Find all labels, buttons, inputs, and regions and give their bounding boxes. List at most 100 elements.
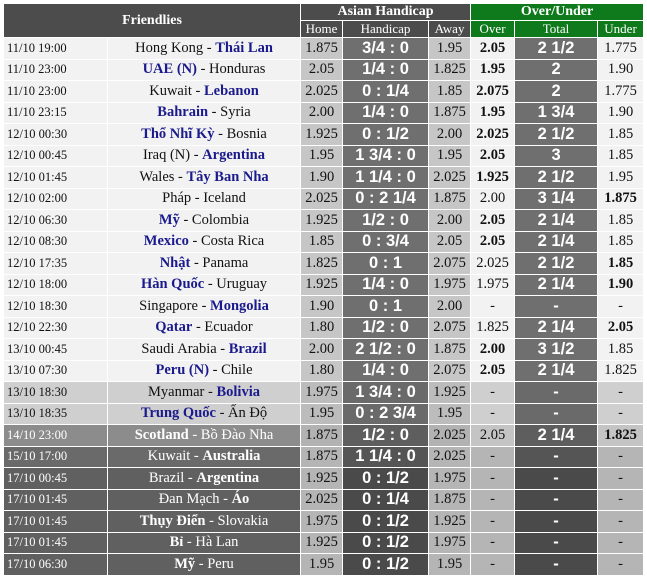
home-odds: 1.925 xyxy=(300,467,344,490)
kickoff-time: 12/10 00:30 xyxy=(3,123,108,146)
under-odds: 1.775 xyxy=(597,37,645,60)
match-row[interactable]: 12/10 01:45 Wales - Tây Ban Nha 1.90 1 1/4 … xyxy=(3,166,645,189)
match-row[interactable]: 13/10 18:35 Trung Quốc - Ấn Độ 1.95 0 : 2 3… xyxy=(3,402,645,425)
total-goals-line: - xyxy=(514,295,599,318)
match-row[interactable]: 17/10 00:45 Brazil - Argentina 1.925 0 : 1/… xyxy=(3,467,645,490)
total-goals-line: 2 xyxy=(514,58,599,81)
match-row[interactable]: 12/10 18:30 Singapore - Mongolia 1.90 0 : 1… xyxy=(3,295,645,318)
team-text: - Chile xyxy=(209,362,253,379)
match-name: Hàn Quốc - Uruguay xyxy=(106,273,302,296)
home-odds: 1.925 xyxy=(300,531,344,554)
match-name: Brazil - Argentina xyxy=(106,467,302,490)
favorite-team: Thái Lan xyxy=(215,39,273,56)
match-row[interactable]: 11/10 23:00 UAE (N) - Honduras 2.05 1/4 : 0… xyxy=(3,58,645,81)
handicap-line: 0 : 1 xyxy=(342,295,430,318)
under-odds: 1.85 xyxy=(597,144,645,167)
favorite-team: Scotland xyxy=(134,426,189,443)
kickoff-time: 11/10 23:00 xyxy=(3,58,108,81)
match-row[interactable]: 12/10 22:30 Qatar - Ecuador 1.80 1/2 : 0 2.0… xyxy=(3,316,645,339)
match-row[interactable]: 12/10 08:30 Mexico - Costa Rica 1.85 0 : 3/… xyxy=(3,230,645,253)
total-goals-line: - xyxy=(514,510,599,533)
home-odds: 2.025 xyxy=(300,80,344,103)
match-row[interactable]: 13/10 18:30 Myanmar - Bolivia 1.975 1 3/4 :… xyxy=(3,381,645,404)
away-odds: 1.875 xyxy=(428,488,472,511)
away-odds: 1.825 xyxy=(428,58,472,81)
away-odds: 2.00 xyxy=(428,209,472,232)
match-name: Đan Mạch - Áo xyxy=(106,488,302,511)
handicap-line: 1/2 : 0 xyxy=(342,209,430,232)
match-row[interactable]: 13/10 07:30 Peru (N) - Chile 1.80 1/4 : 0 2.… xyxy=(3,359,645,382)
away-odds: 2.075 xyxy=(428,316,472,339)
kickoff-time: 17/10 01:45 xyxy=(3,510,108,533)
team-text: - Hà Lan xyxy=(183,534,239,551)
kickoff-time: 15/10 17:00 xyxy=(3,445,108,468)
favorite-team: Thụy Điển xyxy=(139,512,206,529)
under-odds: - xyxy=(597,510,645,533)
kickoff-time: 12/10 02:00 xyxy=(3,187,108,210)
match-row[interactable]: 11/10 23:00 Kuwait - Lebanon 2.025 0 : 1/4 1… xyxy=(3,80,645,103)
home-odds: 1.875 xyxy=(300,424,344,447)
home-odds: 1.80 xyxy=(300,359,344,382)
total-goals-line: - xyxy=(514,531,599,554)
asian-handicap-header: Asian Handicap xyxy=(300,3,472,21)
total-goals-line: - xyxy=(514,445,599,468)
home-odds: 1.925 xyxy=(300,273,344,296)
total-goals-line: - xyxy=(514,488,599,511)
under-odds: 1.85 xyxy=(597,209,645,232)
away-odds: 1.875 xyxy=(428,101,472,124)
over-odds: 2.05 xyxy=(470,144,516,167)
match-row[interactable]: 11/10 19:00 Hong Kong - Thái Lan 1.875 3/4 … xyxy=(3,37,645,60)
away-odds: 1.975 xyxy=(428,467,472,490)
total-goals-line: 2 1/4 xyxy=(514,209,599,232)
total-goals-line: 2 1/2 xyxy=(514,123,599,146)
team-text: - Peru xyxy=(195,555,234,572)
match-row[interactable]: 11/10 23:15 Bahrain - Syria 2.00 1/4 : 0 1.8… xyxy=(3,101,645,124)
over-odds: 2.05 xyxy=(470,424,516,447)
favorite-team: Áo xyxy=(231,491,250,508)
under-odds: 1.825 xyxy=(597,359,645,382)
over-odds: 2.075 xyxy=(470,80,516,103)
handicap-line: 1 3/4 : 0 xyxy=(342,144,430,167)
match-row[interactable]: 17/10 01:45 Thụy Điển - Slovakia 1.975 0 : … xyxy=(3,510,645,533)
team-text: Singapore - xyxy=(139,297,211,314)
handicap-line: 1/4 : 0 xyxy=(342,101,430,124)
over-odds: 1.95 xyxy=(470,101,516,124)
favorite-team: Nhật xyxy=(159,254,191,271)
match-row[interactable]: 17/10 01:45 Bỉ - Hà Lan 1.925 0 : 1/2 1.975-… xyxy=(3,531,645,554)
over-odds: 2.05 xyxy=(470,37,516,60)
match-row[interactable]: 17/10 06:30 Mỹ - Peru 1.95 0 : 1/2 1.95- - - xyxy=(3,553,645,576)
over-odds: - xyxy=(470,553,516,576)
match-row[interactable]: 17/10 01:45 Đan Mạch - Áo 2.025 0 : 1/4 1.87… xyxy=(3,488,645,511)
under-odds: 1.90 xyxy=(597,101,645,124)
home-odds: 1.95 xyxy=(300,402,344,425)
under-odds: - xyxy=(597,531,645,554)
handicap-line: 0 : 1/2 xyxy=(342,123,430,146)
home-odds: 1.95 xyxy=(300,553,344,576)
home-odds: 1.825 xyxy=(300,252,344,275)
match-row[interactable]: 13/10 00:45 Saudi Arabia - Brazil 2.00 2 1/… xyxy=(3,338,645,361)
favorite-team: Lebanon xyxy=(203,82,259,99)
team-text: - Slovakia xyxy=(205,512,269,529)
team-text: Myanmar - xyxy=(148,383,217,400)
handicap-column-header: Handicap xyxy=(342,20,430,38)
match-row[interactable]: 12/10 17:35 Nhật - Panama 1.825 0 : 1 2.075 2… xyxy=(3,252,645,275)
match-row[interactable]: 14/10 23:00 Scotland - Bồ Đào Nha 1.875 1/2… xyxy=(3,424,645,447)
team-text: Brazil - xyxy=(148,469,197,486)
match-row[interactable]: 12/10 00:30 Thổ Nhĩ Kỳ - Bosnia 1.925 0 : 1… xyxy=(3,123,645,146)
match-row[interactable]: 12/10 18:00 Hàn Quốc - Uruguay 1.925 1/4 : … xyxy=(3,273,645,296)
team-text: Wales - xyxy=(139,168,187,185)
match-row[interactable]: 12/10 00:45 Iraq (N) - Argentina 1.95 1 3/4… xyxy=(3,144,645,167)
match-row[interactable]: 15/10 17:00 Kuwait - Australia 1.875 1 1/4 … xyxy=(3,445,645,468)
match-row[interactable]: 12/10 06:30 Mỹ - Colombia 1.925 1/2 : 0 2.00… xyxy=(3,209,645,232)
match-name: Bỉ - Hà Lan xyxy=(106,531,302,554)
handicap-line: 2 1/2 : 0 xyxy=(342,338,430,361)
team-text: Saudi Arabia - xyxy=(141,340,229,357)
table-title: Friendlies xyxy=(2,3,302,38)
team-text: - Bosnia xyxy=(214,125,267,142)
home-odds: 2.05 xyxy=(300,58,344,81)
over-odds: - xyxy=(470,445,516,468)
total-goals-line: 2 xyxy=(514,80,599,103)
over-odds: - xyxy=(470,381,516,404)
total-goals-line: - xyxy=(514,467,599,490)
match-row[interactable]: 12/10 02:00 Pháp - Iceland 2.025 0 : 2 1/4 1… xyxy=(3,187,645,210)
